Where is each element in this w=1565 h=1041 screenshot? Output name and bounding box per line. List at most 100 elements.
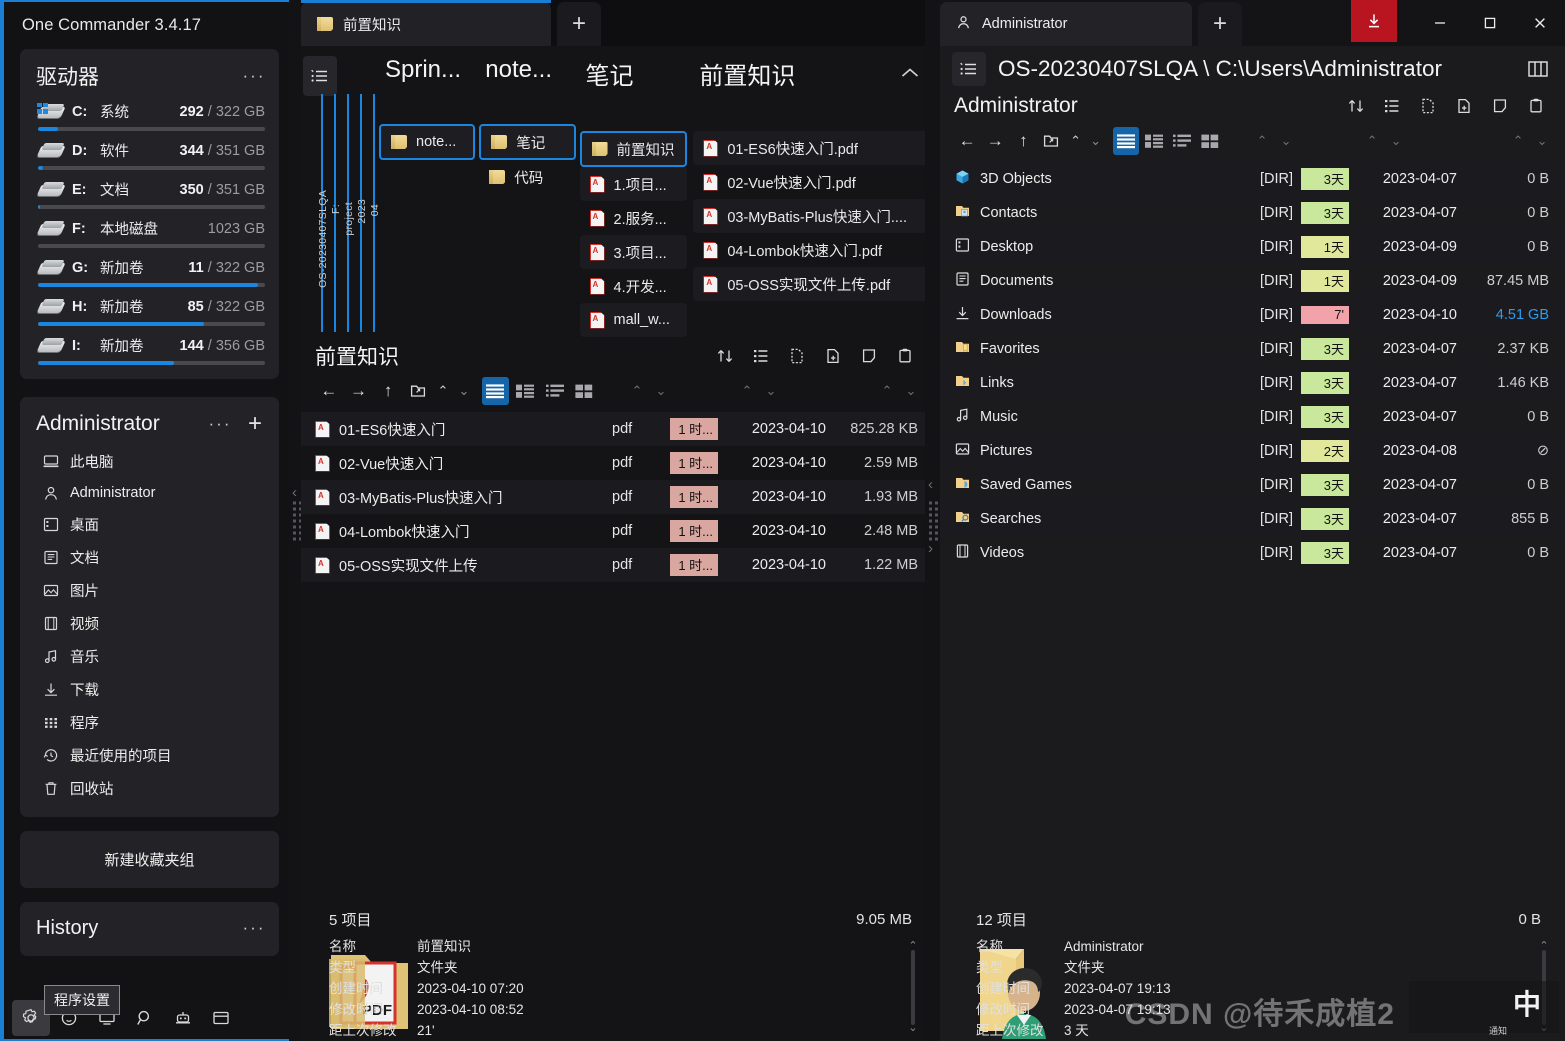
new-favorites-group-button[interactable]: 新建收藏夹组 bbox=[20, 831, 279, 888]
drive-row[interactable]: D: 软件 344 / 351 GB bbox=[34, 140, 265, 170]
table-row[interactable]: Videos [DIR] 3天 2023-04-07 0 B bbox=[940, 536, 1565, 570]
table-row[interactable]: A 05-OSS实现文件上传 pdf 1 时... 2023-04-10 1.2… bbox=[301, 548, 934, 582]
column-header[interactable]: 笔记 bbox=[580, 54, 688, 91]
view-details-icon[interactable] bbox=[511, 377, 539, 405]
tab-qianzhizhishi[interactable]: 前置知识 bbox=[301, 0, 551, 46]
breadcrumb-item[interactable]: A 1.项目... bbox=[579, 167, 688, 201]
sidebar-item-this-pc[interactable]: 此电脑 bbox=[34, 445, 269, 478]
sidebar-item-recycle-bin[interactable]: 回收站 bbox=[34, 772, 269, 805]
details-scrollbar[interactable]: ⌃ ⌄ bbox=[906, 936, 920, 1039]
view-columns-icon[interactable] bbox=[1169, 127, 1195, 155]
table-row[interactable]: Saved Games [DIR] 3天 2023-04-07 0 B bbox=[940, 468, 1565, 502]
group-icon[interactable] bbox=[1375, 90, 1409, 122]
history-up-icon[interactable]: ⌃ bbox=[1067, 126, 1085, 156]
sort-icon[interactable] bbox=[708, 340, 742, 372]
collapse-breadcrumb-icon[interactable] bbox=[894, 56, 926, 90]
table-row[interactable]: A 03-MyBatis-Plus快速入门 pdf 1 时... 2023-04… bbox=[301, 480, 934, 514]
list-menu-icon[interactable] bbox=[303, 56, 337, 96]
table-row[interactable]: Links [DIR] 3天 2023-04-07 1.46 KB bbox=[940, 366, 1565, 400]
breadcrumb-item[interactable]: A 03-MyBatis-Plus快速入门.... bbox=[693, 199, 934, 233]
forward-icon[interactable]: → bbox=[345, 376, 373, 406]
sidebar-item-desktop[interactable]: 桌面 bbox=[34, 508, 269, 541]
new-note-icon[interactable] bbox=[852, 340, 886, 372]
sidebar-item-videos[interactable]: 视频 bbox=[34, 607, 269, 640]
drive-row[interactable]: F: 本地磁盘 1023 GB bbox=[34, 218, 265, 248]
list-menu-icon[interactable] bbox=[952, 52, 986, 86]
drives-more-button[interactable]: ··· bbox=[237, 62, 271, 90]
collapse-middle-icon[interactable]: ‹ bbox=[928, 476, 933, 493]
up-icon[interactable]: ↑ bbox=[1010, 126, 1036, 156]
sort-name-controls[interactable]: ⌃ ⌄ bbox=[626, 383, 672, 399]
open-folder-icon[interactable] bbox=[1038, 126, 1064, 156]
rail-label-drive[interactable]: F: bbox=[330, 204, 342, 214]
breadcrumb-item[interactable]: A 01-ES6快速入门.pdf bbox=[693, 131, 934, 165]
breadcrumb-item[interactable]: A 3.项目... bbox=[579, 235, 688, 269]
history-down-icon[interactable]: ⌄ bbox=[455, 376, 474, 406]
view-list-icon[interactable] bbox=[1112, 127, 1139, 155]
up-icon[interactable]: ↑ bbox=[374, 376, 402, 406]
robot-icon[interactable] bbox=[164, 1000, 202, 1036]
sidebar-item-apps[interactable]: 程序 bbox=[34, 706, 269, 739]
breadcrumb-item[interactable]: 代码 bbox=[479, 160, 575, 194]
sort-name-asc-icon[interactable]: ⌃ bbox=[1251, 133, 1273, 149]
breadcrumb-item[interactable]: 笔记 bbox=[479, 124, 576, 160]
history-more-button[interactable]: ··· bbox=[237, 914, 271, 942]
sort-date-asc-icon[interactable]: ⌃ bbox=[1361, 133, 1383, 149]
history-up-icon[interactable]: ⌃ bbox=[434, 376, 453, 406]
new-note-icon[interactable] bbox=[1483, 90, 1517, 122]
new-folder-icon[interactable] bbox=[816, 340, 850, 372]
column-layout-icon[interactable] bbox=[1521, 53, 1555, 85]
drive-row[interactable]: H: 新加卷 85 / 322 GB bbox=[34, 296, 265, 326]
view-grid-icon[interactable] bbox=[1197, 127, 1223, 155]
layout-icon[interactable] bbox=[202, 1000, 240, 1036]
sort-size-controls[interactable]: ⌃ ⌄ bbox=[1507, 133, 1553, 149]
back-icon[interactable]: ← bbox=[315, 376, 343, 406]
sort-size-asc-icon[interactable]: ⌃ bbox=[1507, 133, 1529, 149]
search-icon[interactable] bbox=[126, 1000, 164, 1036]
table-row[interactable]: Favorites [DIR] 3天 2023-04-07 2.37 KB bbox=[940, 332, 1565, 366]
sidebar-item-downloads[interactable]: 下载 bbox=[34, 673, 269, 706]
history-down-icon[interactable]: ⌄ bbox=[1087, 126, 1105, 156]
sort-date-desc-icon[interactable]: ⌄ bbox=[760, 383, 782, 399]
drive-row[interactable]: G: 新加卷 11 / 322 GB bbox=[34, 257, 265, 287]
sort-size-asc-icon[interactable]: ⌃ bbox=[876, 383, 898, 399]
view-grid-icon[interactable] bbox=[570, 377, 598, 405]
splitter-grip[interactable] bbox=[929, 501, 938, 540]
new-file-icon[interactable] bbox=[1411, 90, 1445, 122]
table-row[interactable]: Downloads [DIR] 7' 2023-04-10 4.51 GB bbox=[940, 298, 1565, 332]
new-folder-icon[interactable] bbox=[1447, 90, 1481, 122]
tab-administrator[interactable]: Administrator bbox=[940, 2, 1192, 46]
breadcrumb-item[interactable]: 前置知识 bbox=[579, 131, 688, 167]
back-icon[interactable]: ← bbox=[954, 126, 980, 156]
breadcrumb-item[interactable]: A 04-Lombok快速入门.pdf bbox=[693, 233, 934, 267]
table-row[interactable]: A 02-Vue快速入门 pdf 1 时... 2023-04-10 2.59 … bbox=[301, 446, 934, 480]
sidebar-item-administrator[interactable]: Administrator bbox=[34, 478, 269, 508]
breadcrumb-item[interactable]: note... bbox=[379, 124, 476, 160]
clipboard-icon[interactable] bbox=[888, 340, 922, 372]
collapse-left-icon[interactable]: ‹ bbox=[292, 484, 297, 501]
sort-icon[interactable] bbox=[1339, 90, 1373, 122]
table-row[interactable]: Pictures [DIR] 2天 2023-04-08 ⊘ bbox=[940, 434, 1565, 468]
breadcrumb-item[interactable]: A 4.开发... bbox=[580, 269, 688, 303]
sidebar-item-recent[interactable]: 最近使用的项目 bbox=[34, 739, 269, 772]
download-status-icon[interactable] bbox=[1351, 0, 1397, 42]
sort-size-controls[interactable]: ⌃ ⌄ bbox=[876, 383, 922, 399]
drive-row[interactable]: I: 新加卷 144 / 356 GB bbox=[34, 335, 265, 365]
table-row[interactable]: Desktop [DIR] 1天 2023-04-09 0 B bbox=[940, 230, 1565, 264]
view-columns-icon[interactable] bbox=[541, 377, 569, 405]
sidebar-item-pictures[interactable]: 图片 bbox=[34, 574, 269, 607]
sort-name-desc-icon[interactable]: ⌄ bbox=[650, 383, 672, 399]
sort-size-desc-icon[interactable]: ⌄ bbox=[900, 383, 922, 399]
drive-row[interactable]: E: 文档 350 / 351 GB bbox=[34, 179, 265, 209]
forward-icon[interactable]: → bbox=[982, 126, 1008, 156]
breadcrumb-item[interactable]: A mall_w... bbox=[579, 303, 688, 337]
table-row[interactable]: Searches [DIR] 3天 2023-04-07 855 B bbox=[940, 502, 1565, 536]
table-row[interactable]: A 04-Lombok快速入门 pdf 1 时... 2023-04-10 2.… bbox=[301, 514, 934, 548]
new-tab-button[interactable]: + bbox=[557, 2, 601, 46]
sort-name-controls[interactable]: ⌃ ⌄ bbox=[1251, 133, 1297, 149]
favorites-more-button[interactable]: ··· bbox=[203, 410, 237, 438]
breadcrumb-item[interactable]: A 02-Vue快速入门.pdf bbox=[693, 165, 934, 199]
sidebar-item-music[interactable]: 音乐 bbox=[34, 640, 269, 673]
table-row[interactable]: Contacts [DIR] 3天 2023-04-07 0 B bbox=[940, 196, 1565, 230]
sort-date-desc-icon[interactable]: ⌄ bbox=[1385, 133, 1407, 149]
